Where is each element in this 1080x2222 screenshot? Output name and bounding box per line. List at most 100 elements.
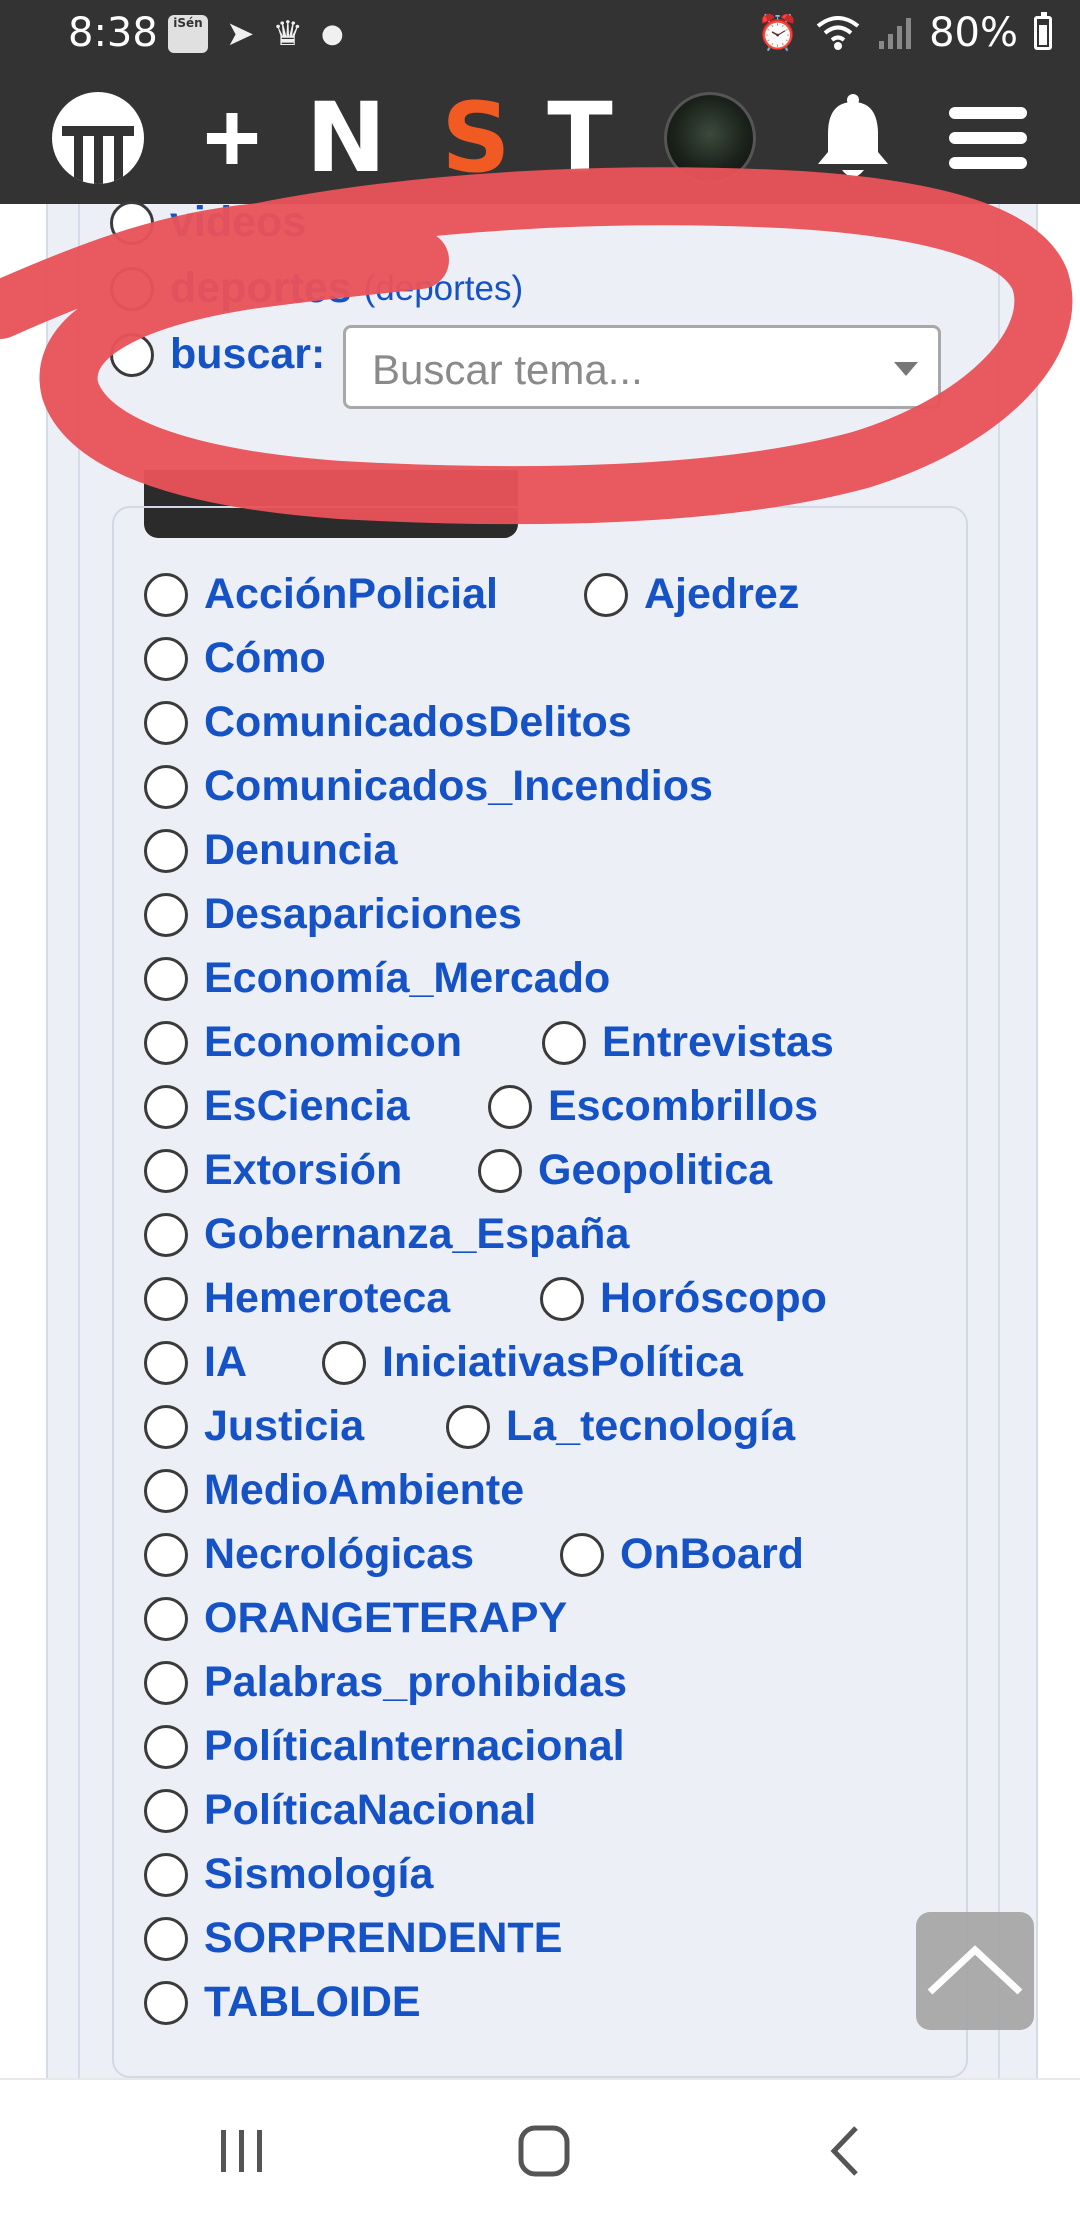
option-buscar[interactable]: buscar: [110,330,325,379]
category-label: OnBoard [620,1530,804,1578]
category-palabras-prohibidas[interactable]: Palabras_prohibidas [144,1658,627,1707]
category-tabloide[interactable]: TABLOIDE [144,1978,421,2027]
home-button[interactable] [484,2080,604,2222]
radio-horoscopo[interactable] [540,1276,584,1321]
radio-economicon[interactable] [144,1020,188,1065]
battery-percent: 80% [929,10,1018,56]
user-avatar-button[interactable] [664,72,756,204]
radio-buscar[interactable] [110,332,154,377]
radio-desapariciones[interactable] [144,892,188,937]
option-videos[interactable]: videos [110,198,306,247]
category-label: Horóscopo [600,1274,827,1322]
radio-ajedrez[interactable] [584,572,628,617]
radio-politicainternacional[interactable] [144,1724,188,1769]
logo-icon [52,92,144,184]
more-dot-icon: ● [320,19,344,49]
category-comunicadosdelitos[interactable]: ComunicadosDelitos [144,698,632,747]
category-gobernanza-espana[interactable]: Gobernanza_España [144,1210,629,1259]
category-extorsion[interactable]: Extorsión [144,1146,402,1195]
radio-sismologia[interactable] [144,1852,188,1897]
radio-como[interactable] [144,636,188,681]
nav-button-n[interactable]: N [306,72,386,204]
category-desapariciones[interactable]: Desapariciones [144,890,522,939]
dropdown-arrow-icon [894,362,918,376]
category-label: EsCiencia [204,1082,410,1130]
radio-denuncia[interactable] [144,828,188,873]
radio-iniciativaspolitica[interactable] [322,1340,366,1385]
add-post-button[interactable]: + [190,72,274,204]
category-comunicados-incendios[interactable]: Comunicados_Incendios [144,762,713,811]
radio-escombrillos[interactable] [488,1084,532,1129]
top-nav-bar: + N S T [0,72,1080,204]
radio-entrevistas[interactable] [542,1020,586,1065]
scroll-to-top-button[interactable] [916,1912,1034,2030]
telegram-icon: ➤ [226,14,255,54]
category-geopolitica[interactable]: Geopolitica [478,1146,772,1195]
avatar [664,92,756,184]
plus-icon: + [202,82,262,194]
nav-letter-s: S [441,82,511,194]
topic-search-select[interactable]: Buscar tema... [343,325,941,409]
category-economia-mercado[interactable]: Economía_Mercado [144,954,610,1003]
category-onboard[interactable]: OnBoard [560,1530,804,1579]
radio-ia[interactable] [144,1340,188,1385]
radio-la-tecnologia[interactable] [446,1404,490,1449]
radio-videos[interactable] [110,200,154,245]
radio-medioambiente[interactable] [144,1468,188,1513]
notifications-button[interactable] [808,72,898,204]
category-hemeroteca[interactable]: Hemeroteca [144,1274,450,1323]
radio-tabloide[interactable] [144,1980,188,2025]
radio-palabras-prohibidas[interactable] [144,1660,188,1705]
radio-economia-mercado[interactable] [144,956,188,1001]
category-escombrillos[interactable]: Escombrillos [488,1082,818,1131]
radio-deportes[interactable] [110,266,154,311]
category-politicanacional[interactable]: PolíticaNacional [144,1786,536,1835]
category-politicainternacional[interactable]: PolíticaInternacional [144,1722,625,1771]
radio-politicanacional[interactable] [144,1788,188,1833]
category-ia[interactable]: IA [144,1338,247,1387]
category-iniciativaspolitica[interactable]: IniciativasPolítica [322,1338,743,1387]
battery-icon [1034,12,1052,50]
radio-justicia[interactable] [144,1404,188,1449]
radio-orangeterapy[interactable] [144,1596,188,1641]
category-label: Denuncia [204,826,398,874]
hamburger-menu-button[interactable] [940,72,1036,204]
option-deportes[interactable]: deportes (deportes) [110,264,523,313]
radio-geopolitica[interactable] [478,1148,522,1193]
category-horoscopo[interactable]: Horóscopo [540,1274,827,1323]
option-buscar-label: buscar: [170,330,326,378]
category-sorprendente[interactable]: SORPRENDENTE [144,1914,562,1963]
category-entrevistas[interactable]: Entrevistas [542,1018,834,1067]
radio-necrologicas[interactable] [144,1532,188,1577]
category-economicon[interactable]: Economicon [144,1018,462,1067]
radio-onboard[interactable] [560,1532,604,1577]
category-label: Entrevistas [602,1018,834,1066]
back-button[interactable] [786,2080,906,2222]
category-justicia[interactable]: Justicia [144,1402,364,1451]
nav-button-t[interactable]: T [540,72,620,204]
radio-comunicadosdelitos[interactable] [144,700,188,745]
radio-extorsion[interactable] [144,1148,188,1193]
category-necrologicas[interactable]: Necrológicas [144,1530,474,1579]
radio-sorprendente[interactable] [144,1916,188,1961]
radio-hemeroteca[interactable] [144,1276,188,1321]
nav-button-s[interactable]: S [436,72,516,204]
option-deportes-label: deportes [170,264,352,312]
category-medioambiente[interactable]: MedioAmbiente [144,1466,524,1515]
category-label: Hemeroteca [204,1274,451,1322]
category-como[interactable]: Cómo [144,634,326,683]
recent-apps-button[interactable] [182,2080,302,2222]
radio-esciencia[interactable] [144,1084,188,1129]
category-denuncia[interactable]: Denuncia [144,826,398,875]
radio-comunicados-incendios[interactable] [144,764,188,809]
category-sismologia[interactable]: Sismología [144,1850,433,1899]
category-orangeterapy[interactable]: ORANGETERAPY [144,1594,567,1643]
site-logo[interactable] [50,72,146,204]
category-la-tecnologia[interactable]: La_tecnología [446,1402,795,1451]
radio-gobernanza-espana[interactable] [144,1212,188,1257]
category-accionpolicial[interactable]: AcciónPolicial [144,570,498,619]
radio-accionpolicial[interactable] [144,572,188,617]
category-label: AcciónPolicial [204,570,498,618]
category-esciencia[interactable]: EsCiencia [144,1082,410,1131]
category-ajedrez[interactable]: Ajedrez [584,570,799,619]
